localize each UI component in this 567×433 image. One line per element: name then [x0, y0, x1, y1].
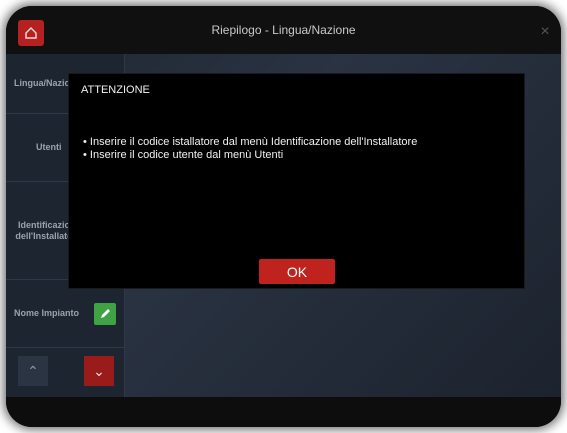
sidebar-item-label: Lingua/Nazio [14, 78, 70, 88]
close-icon[interactable]: × [533, 20, 557, 44]
dialog-title: ATTENZIONE [81, 84, 150, 96]
ok-button[interactable]: OK [259, 259, 335, 284]
chevron-down-icon: ⌄ [93, 362, 105, 379]
edit-button[interactable] [94, 303, 116, 325]
sidebar-item-label: Nome Impianto [14, 308, 80, 318]
message-line-installer: Inserire il codice istallatore dal menù … [83, 136, 513, 149]
scroll-up-button[interactable]: ⌃ [18, 356, 48, 386]
window-title: Riepilogo - Lingua/Nazione [211, 23, 356, 37]
dialog-message: Inserire il codice istallatore dal menù … [83, 136, 513, 162]
pencil-icon [101, 309, 110, 318]
bottom-bar [6, 397, 561, 427]
sidebar-item-nome-impianto[interactable]: Nome Impianto [6, 280, 124, 348]
app-screen: Riepilogo - Lingua/Nazione × Lingua/Nazi… [6, 6, 561, 427]
message-line-user: Inserire il codice utente dal menù Utent… [83, 149, 513, 162]
warning-dialog: ATTENZIONE Inserire il codice istallator… [68, 73, 525, 289]
chevron-up-icon: ⌃ [27, 362, 39, 379]
home-icon [25, 26, 37, 39]
sidebar-item-label: Identificazio dell'Installato [15, 219, 73, 241]
device-frame: Riepilogo - Lingua/Nazione × Lingua/Nazi… [6, 6, 561, 427]
home-button[interactable] [18, 20, 44, 46]
title-bar: Riepilogo - Lingua/Nazione × [6, 6, 561, 54]
sidebar-item-label: Utenti [36, 142, 62, 152]
scroll-down-button[interactable]: ⌄ [84, 356, 114, 386]
